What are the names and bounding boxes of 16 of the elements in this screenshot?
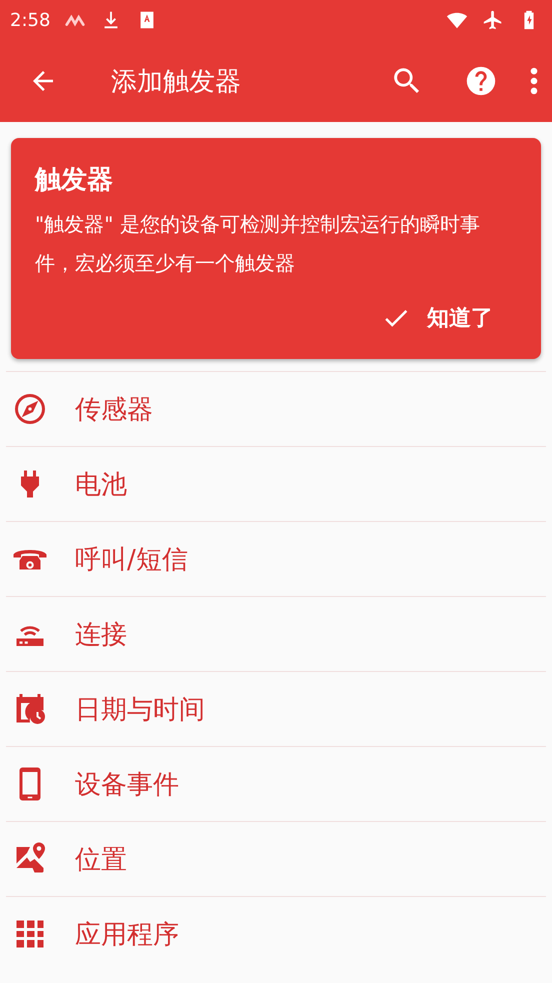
category-item[interactable]: 传感器 — [6, 371, 546, 446]
category-item[interactable]: 连接 — [6, 596, 546, 671]
card-title: 触发器 — [35, 164, 114, 197]
toolbar-title: 添加触发器 — [111, 66, 242, 98]
category-item[interactable]: 设备事件 — [6, 746, 546, 821]
category-item[interactable]: 呼叫/短信 — [6, 521, 546, 596]
category-item[interactable]: 应用程序 — [6, 896, 546, 971]
category-item[interactable]: 位置 — [6, 821, 546, 896]
airplane-icon — [482, 9, 504, 31]
help-icon[interactable] — [464, 64, 498, 98]
compass-icon — [12, 391, 48, 427]
category-item[interactable]: 电池 — [6, 446, 546, 521]
card-description: "触发器" 是您的设备可检测并控制宏运行的瞬时事件，宏必须至少有一个触发器 — [35, 211, 481, 277]
got-it-button[interactable]: 知道了 — [381, 299, 517, 337]
category-item[interactable]: 日期与时间 — [6, 671, 546, 746]
status-time: 2:58 — [10, 10, 50, 30]
